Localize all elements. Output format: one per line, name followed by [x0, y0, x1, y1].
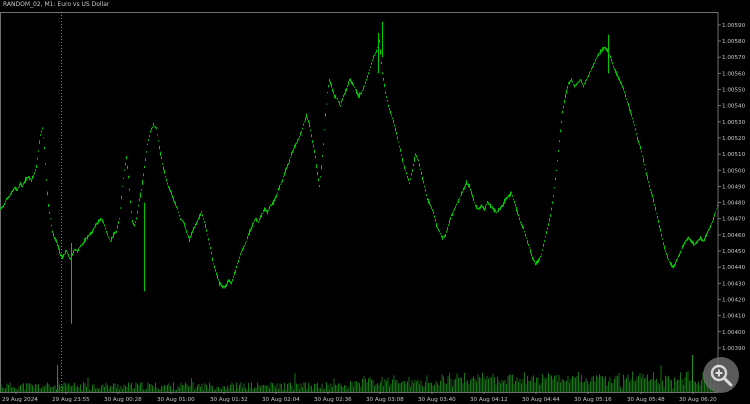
chart-title: RANDOM_02, M1: Euro vs US Dollar [3, 1, 110, 8]
plot-frame [0, 12, 719, 393]
time-axis-label: 30 Aug 02:04 [262, 397, 300, 403]
zoom-button[interactable] [703, 357, 739, 393]
price-axis-label: 1.00420 [722, 297, 746, 303]
time-axis-label: 29 Aug 23:55 [52, 397, 90, 403]
price-chart[interactable]: 1.00590 1.00580 1.00570 1.00560 1.00550 1.005… [0, 0, 750, 404]
price-candles [0, 39, 718, 289]
price-axis-label: 1.00560 [722, 71, 746, 77]
price-axis-label: 1.00540 [722, 104, 746, 110]
price-axis-label: 1.00580 [722, 39, 746, 45]
price-axis-label: 1.00440 [722, 265, 746, 271]
time-axis-label: 30 Aug 04:12 [470, 397, 508, 403]
time-axis-label: 30 Aug 00:28 [104, 397, 142, 403]
time-axis-label: 30 Aug 03:08 [366, 397, 404, 403]
time-axis-label: 30 Aug 06:20 [679, 397, 717, 403]
time-axis-label: 29 Aug 2024 [2, 397, 38, 403]
price-axis-label: 1.00530 [722, 120, 746, 126]
price-axis-label: 1.00550 [722, 88, 746, 94]
time-axis-label: 30 Aug 01:00 [157, 397, 195, 403]
time-axis-label: 30 Aug 03:40 [418, 397, 456, 403]
zoom-icon [710, 364, 733, 387]
time-axis-label: 30 Aug 05:48 [627, 397, 665, 403]
volume-histogram [0, 365, 716, 392]
time-axis-label: 30 Aug 01:32 [210, 397, 248, 403]
price-axis-label: 1.00590 [722, 23, 746, 29]
price-axis-label: 1.00570 [722, 55, 746, 61]
price-axis-label: 1.00520 [722, 136, 746, 142]
price-axis-label: 1.00400 [722, 330, 746, 336]
price-axis-label: 1.00470 [722, 217, 746, 223]
price-axis-label: 1.00500 [722, 168, 746, 174]
time-axis-label: 30 Aug 02:36 [314, 397, 352, 403]
price-axis-label: 1.00430 [722, 281, 746, 287]
price-axis-label: 1.00510 [722, 152, 746, 158]
chart-window[interactable]: 1.00590 1.00580 1.00570 1.00560 1.00550 1.005… [0, 0, 750, 404]
price-axis-label: 1.00410 [722, 314, 746, 320]
price-axis-label: 1.00460 [722, 233, 746, 239]
time-axis-label: 30 Aug 04:44 [522, 397, 560, 403]
price-axis-label: 1.00390 [722, 346, 746, 352]
price-axis-label: 1.00450 [722, 249, 746, 255]
time-axis-label: 30 Aug 05:16 [574, 397, 612, 403]
price-axis-label: 1.00490 [722, 184, 746, 190]
price-axis-label: 1.00480 [722, 201, 746, 207]
